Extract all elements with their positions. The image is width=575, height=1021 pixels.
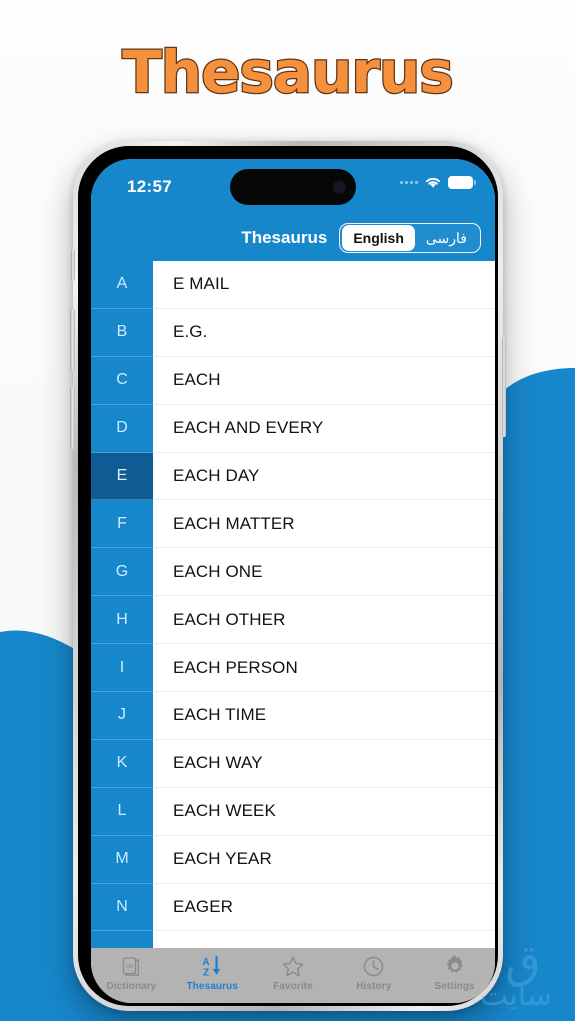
dynamic-island [230, 169, 356, 205]
word-list-item[interactable]: EACH AND EVERY [153, 404, 495, 453]
index-letter-c[interactable]: C [91, 356, 153, 405]
tab-bar: Ab Dictionary A Z Thesaurus Favorite His… [91, 948, 495, 1003]
clock-icon [362, 953, 385, 979]
status-bar-indicators [400, 176, 476, 189]
phone-mockup: 12:57 Thesaurus English فارسی A B C D E … [70, 141, 506, 1011]
tab-favorite[interactable]: Favorite [253, 953, 334, 992]
star-icon [281, 953, 305, 979]
index-letter-k[interactable]: K [91, 739, 153, 788]
tab-settings[interactable]: Settings [414, 953, 495, 992]
index-letter-h[interactable]: H [91, 596, 153, 645]
svg-text:Z: Z [203, 967, 209, 978]
language-segmented-control[interactable]: English فارسی [339, 223, 481, 253]
word-list-item[interactable]: EACH DAY [153, 452, 495, 501]
tab-dictionary-label: Dictionary [106, 981, 157, 992]
index-letter-i[interactable]: I [91, 644, 153, 693]
page-title: Thesaurus [121, 37, 455, 108]
index-letter-a[interactable]: A [91, 261, 153, 309]
nav-title: Thesaurus [241, 228, 328, 247]
book-ab-icon: Ab [120, 953, 142, 979]
phone-screen: 12:57 Thesaurus English فارسی A B C D E … [91, 159, 495, 1003]
word-list-item[interactable]: EAGER [153, 883, 495, 932]
index-letter-b[interactable]: B [91, 308, 153, 357]
tab-thesaurus[interactable]: A Z Thesaurus [172, 953, 253, 992]
word-list-item[interactable]: EACH [153, 356, 495, 405]
thesaurus-content: ABCDEFGHIJKLMN E MAIL E.G. EACH EACH AND EV… [91, 261, 495, 948]
svg-text:Ab: Ab [126, 963, 134, 970]
tab-history[interactable]: History [333, 953, 414, 992]
power-button[interactable] [501, 337, 506, 437]
segment-farsi[interactable]: فارسی [415, 225, 478, 251]
word-list-item[interactable]: EACH YEAR [153, 835, 495, 884]
index-letter-e[interactable]: E [91, 452, 153, 501]
gear-icon [443, 953, 467, 979]
front-camera-icon [333, 180, 346, 194]
status-bar: 12:57 [91, 159, 495, 215]
tab-settings-label: Settings [434, 981, 475, 992]
az-sort-arrow-icon: A Z [199, 953, 225, 979]
index-letter-l[interactable]: L [91, 787, 153, 836]
svg-text:A: A [203, 957, 210, 968]
screenshot-root: Thesaurus 12:57 Thesaurus English فارسی … [0, 0, 575, 1021]
segment-english[interactable]: English [342, 225, 415, 251]
silent-switch-button[interactable] [70, 249, 75, 281]
alphabet-index-column[interactable]: ABCDEFGHIJKLMN [91, 261, 153, 948]
volume-up-button[interactable] [70, 309, 75, 371]
tab-dictionary[interactable]: Ab Dictionary [91, 953, 172, 992]
tab-favorite-label: Favorite [273, 981, 313, 992]
volume-down-button[interactable] [70, 387, 75, 449]
word-list-item[interactable]: EACH WAY [153, 739, 495, 788]
word-list-item[interactable]: EACH ONE [153, 548, 495, 597]
word-list[interactable]: E MAIL E.G. EACH EACH AND EVERY EACH DAY EACH… [153, 261, 495, 948]
tab-history-label: History [356, 981, 392, 992]
signal-dots-icon [400, 181, 418, 184]
index-letter-m[interactable]: M [91, 835, 153, 884]
word-list-item[interactable]: EACH WEEK [153, 787, 495, 836]
status-bar-clock: 12:57 [127, 177, 172, 196]
index-letter-f[interactable]: F [91, 500, 153, 549]
index-letter-d[interactable]: D [91, 404, 153, 453]
tab-thesaurus-label: Thesaurus [186, 981, 238, 992]
svg-text:ق: ق [505, 934, 541, 988]
word-list-item[interactable]: E.G. [153, 308, 495, 357]
index-letter-j[interactable]: J [91, 692, 153, 740]
navigation-bar: Thesaurus English فارسی [91, 215, 495, 261]
index-letter-g[interactable]: G [91, 548, 153, 597]
word-list-item[interactable]: E MAIL [153, 261, 495, 309]
battery-icon [448, 176, 476, 189]
index-letter-n[interactable]: N [91, 883, 153, 932]
wifi-icon [425, 177, 441, 188]
word-list-item[interactable]: EACH MATTER [153, 500, 495, 549]
phone-bezel: 12:57 Thesaurus English فارسی A B C D E … [78, 146, 498, 1006]
word-list-item[interactable]: EACH TIME [153, 692, 495, 740]
word-list-item[interactable]: EACH OTHER [153, 596, 495, 645]
word-list-item[interactable]: EACH PERSON [153, 644, 495, 693]
